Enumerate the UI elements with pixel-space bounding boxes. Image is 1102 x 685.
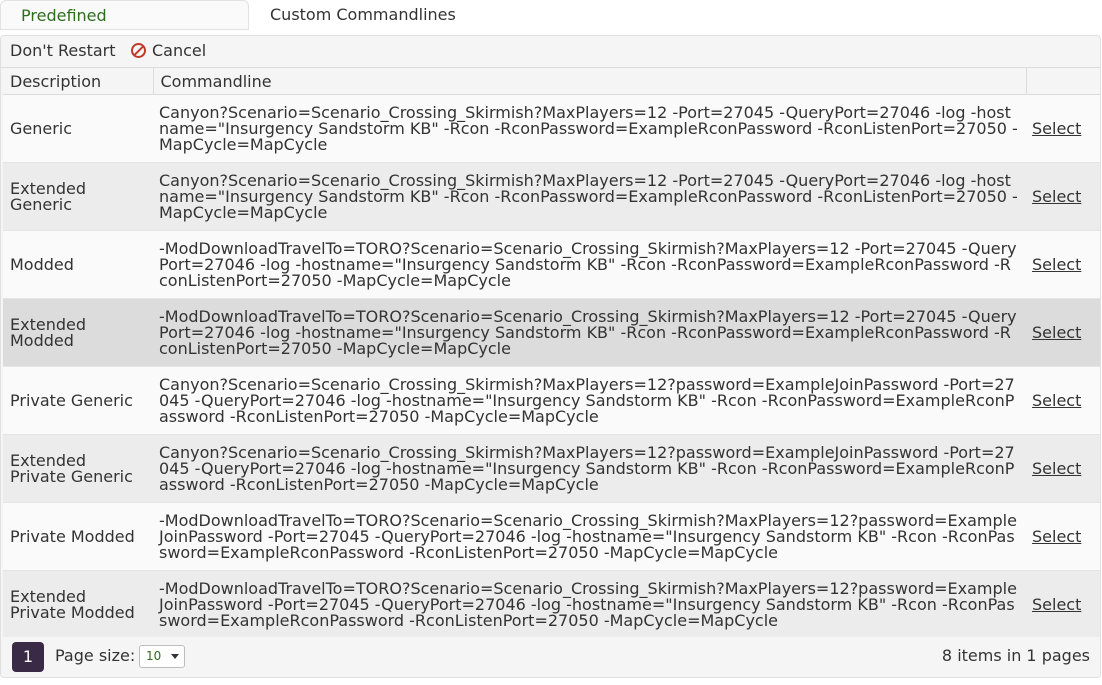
tab-custom-commandlines[interactable]: Custom Commandlines: [250, 0, 476, 30]
description-cell: Modded: [3, 230, 153, 299]
commandline-cell: -ModDownloadTravelTo=TORO?Scenario=Scena…: [153, 298, 1026, 367]
description-cell: Extended Private Generic: [3, 434, 153, 503]
commandlines-grid: Description Commandline Generic Canyon?S…: [3, 68, 1100, 639]
commandline-cell: Canyon?Scenario=Scenario_Crossing_Skirmi…: [153, 162, 1026, 231]
commandline-cell: -ModDownloadTravelTo=TORO?Scenario=Scena…: [153, 570, 1026, 639]
description-cell: Extended Modded: [3, 298, 153, 367]
tab-predefined-commandlines[interactable]: Predefined Commandlines: [0, 0, 249, 55]
description-cell: Private Modded: [3, 502, 153, 571]
table-row: Private Modded -ModDownloadTravelTo=TORO…: [3, 502, 1100, 571]
select-link[interactable]: Select: [1032, 459, 1081, 478]
commandline-cell: Canyon?Scenario=Scenario_Crossing_Skirmi…: [153, 434, 1026, 503]
select-link[interactable]: Select: [1032, 323, 1081, 342]
table-row: Extended Private Generic Canyon?Scenario…: [3, 434, 1100, 503]
select-link[interactable]: Select: [1032, 119, 1081, 138]
select-link[interactable]: Select: [1032, 255, 1081, 274]
cancel-label: Cancel: [152, 41, 207, 60]
select-link[interactable]: Select: [1032, 187, 1081, 206]
page-button-current[interactable]: 1: [12, 642, 44, 672]
tab-bar: Predefined Commandlines Custom Commandli…: [0, 0, 1102, 55]
page-size-value: 10: [146, 649, 162, 663]
cancel-icon: [131, 43, 146, 58]
pager: 1 Page size: 10 8 items in 1 pages: [1, 637, 1100, 677]
commandlines-table: Description Commandline Generic Canyon?S…: [3, 68, 1100, 639]
table-row: Modded -ModDownloadTravelTo=TORO?Scenari…: [3, 230, 1100, 299]
commandline-cell: -ModDownloadTravelTo=TORO?Scenario=Scena…: [153, 230, 1026, 299]
chevron-down-icon: [171, 654, 179, 659]
description-cell: Generic: [3, 94, 153, 163]
select-link[interactable]: Select: [1032, 391, 1081, 410]
select-link[interactable]: Select: [1032, 595, 1081, 614]
header-row: Description Commandline: [3, 68, 1100, 95]
description-cell: Extended Private Modded: [3, 570, 153, 639]
column-header-description[interactable]: Description: [3, 68, 154, 95]
commandline-cell: Canyon?Scenario=Scenario_Crossing_Skirmi…: [153, 94, 1026, 163]
table-row: Generic Canyon?Scenario=Scenario_Crossin…: [3, 94, 1100, 163]
commandline-cell: Canyon?Scenario=Scenario_Crossing_Skirmi…: [153, 366, 1026, 435]
description-cell: Private Generic: [3, 366, 153, 435]
column-header-commandline[interactable]: Commandline: [153, 68, 1027, 95]
table-row: Extended Generic Canyon?Scenario=Scenari…: [3, 162, 1100, 231]
table-row: Extended Private Modded -ModDownloadTrav…: [3, 570, 1100, 639]
column-header-actions: [1026, 68, 1100, 95]
table-row: Private Generic Canyon?Scenario=Scenario…: [3, 366, 1100, 435]
dont-restart-button[interactable]: Don't Restart: [10, 36, 116, 66]
description-cell: Extended Generic: [3, 162, 153, 231]
commandline-cell: -ModDownloadTravelTo=TORO?Scenario=Scena…: [153, 502, 1026, 571]
page-size-label: Page size:: [55, 646, 136, 665]
cancel-button[interactable]: Cancel: [131, 36, 206, 66]
table-row: Extended Modded -ModDownloadTravelTo=TOR…: [3, 298, 1100, 367]
page-size-select[interactable]: 10: [139, 645, 185, 668]
items-info: 8 items in 1 pages: [941, 646, 1090, 665]
select-link[interactable]: Select: [1032, 527, 1081, 546]
commandlines-panel: Don't Restart Cancel Description Command…: [0, 35, 1101, 678]
toolbar: Don't Restart Cancel: [1, 36, 1100, 68]
